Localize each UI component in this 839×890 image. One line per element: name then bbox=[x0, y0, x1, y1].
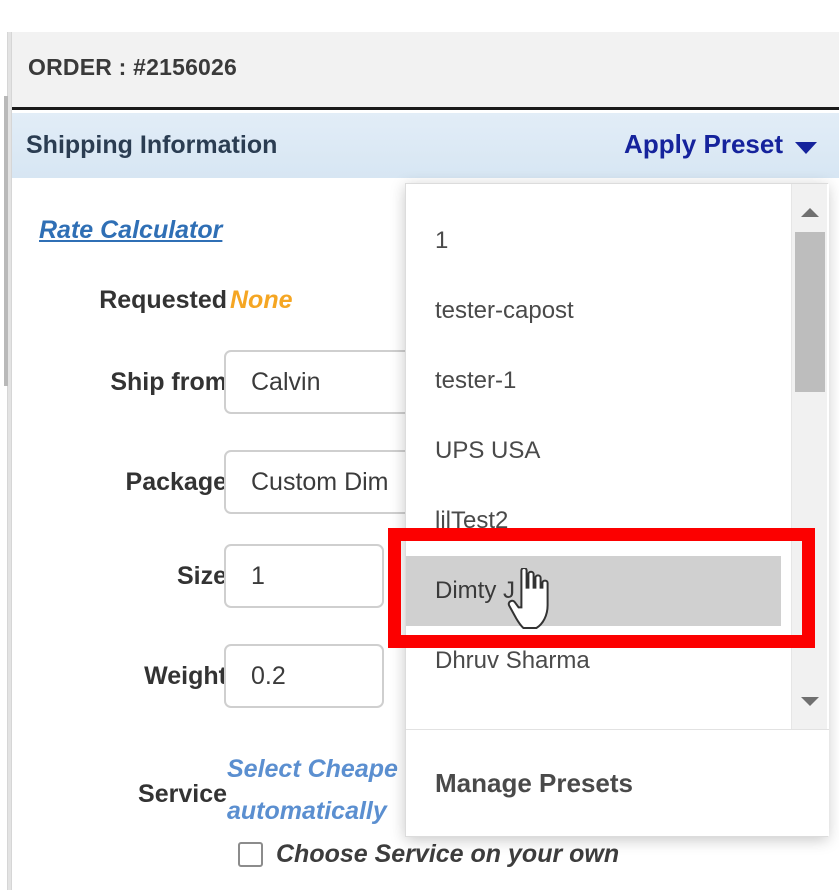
chevron-down-icon bbox=[795, 141, 817, 154]
service-description-line1: Select Cheape bbox=[227, 755, 398, 783]
label-weight: Weight bbox=[144, 662, 227, 690]
order-header-band: ORDER : #2156026 bbox=[12, 32, 839, 110]
list-item-selected[interactable]: Dimty J bbox=[406, 556, 781, 626]
manage-presets-button[interactable]: Manage Presets bbox=[406, 729, 829, 836]
label-service: Service bbox=[138, 780, 227, 808]
list-item[interactable]: tester-1 bbox=[406, 346, 781, 416]
label-package: Package bbox=[125, 468, 227, 496]
shipping-information-header: Shipping Information Apply Preset bbox=[12, 113, 839, 178]
rate-calculator-link[interactable]: Rate Calculator bbox=[39, 216, 222, 245]
choose-service-checkbox-row[interactable]: Choose Service on your own bbox=[238, 840, 619, 869]
list-item[interactable]: 1 bbox=[406, 206, 781, 276]
weight-input[interactable]: 0.2 bbox=[224, 644, 384, 708]
app-screenshot: ORDER : #2156026 Shipping Information Ap… bbox=[0, 0, 839, 890]
scrollbar-thumb[interactable] bbox=[795, 232, 825, 392]
dropdown-scrollbar[interactable] bbox=[791, 184, 827, 731]
scroll-up-arrow-icon[interactable] bbox=[792, 194, 828, 230]
label-size: Size bbox=[176, 562, 227, 590]
apply-preset-label: Apply Preset bbox=[624, 129, 783, 159]
section-title: Shipping Information bbox=[26, 131, 278, 159]
service-description-line2: automatically bbox=[227, 797, 387, 825]
value-requested: None bbox=[230, 286, 293, 314]
label-requested: Requested bbox=[99, 286, 227, 314]
list-item[interactable]: lilTest2 bbox=[406, 486, 781, 556]
label-ship-from: Ship from bbox=[110, 368, 227, 396]
list-item[interactable]: UPS USA bbox=[406, 416, 781, 486]
list-item[interactable]: Dhruv Sharma bbox=[406, 626, 781, 696]
manage-presets-label: Manage Presets bbox=[435, 767, 633, 798]
page-left-rail-accent bbox=[0, 96, 8, 386]
size-input[interactable]: 1 bbox=[224, 544, 384, 608]
scroll-down-arrow-icon[interactable] bbox=[792, 683, 828, 719]
apply-preset-dropdown: 1 tester-capost tester-1 UPS USA lilTest… bbox=[405, 183, 829, 837]
choose-service-label: Choose Service on your own bbox=[276, 840, 620, 868]
preset-list[interactable]: 1 tester-capost tester-1 UPS USA lilTest… bbox=[406, 184, 829, 731]
apply-preset-button[interactable]: Apply Preset bbox=[624, 129, 817, 160]
page-title: ORDER : #2156026 bbox=[28, 54, 238, 80]
choose-service-checkbox[interactable] bbox=[238, 842, 263, 867]
list-item[interactable]: tester-capost bbox=[406, 276, 781, 346]
